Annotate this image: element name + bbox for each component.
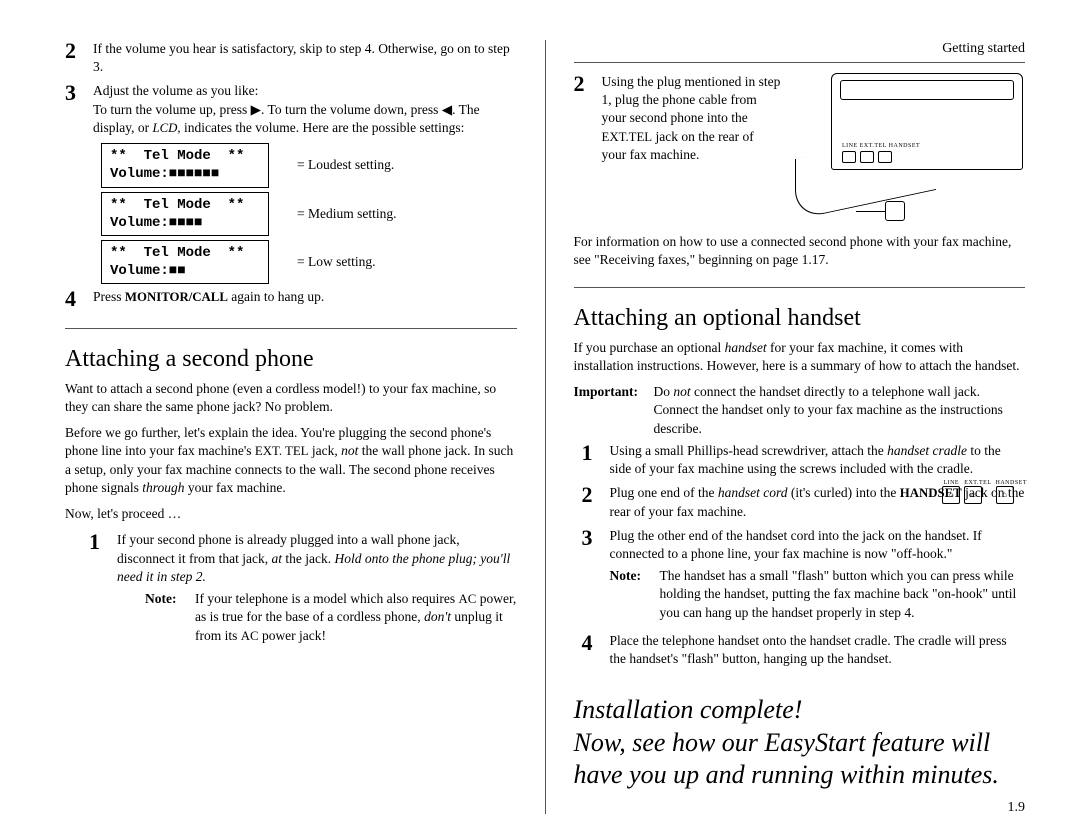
lcd-label: = Medium setting. (297, 205, 396, 223)
important-label: Important: (574, 383, 646, 438)
left-column: 2 If the volume you hear is satisfactory… (65, 40, 546, 814)
step-body: Adjust the volume as you like: To turn t… (93, 82, 517, 137)
step-number: 2 (574, 73, 592, 164)
step-number: 3 (65, 82, 83, 137)
paragraph: Want to attach a second phone (even a co… (65, 380, 517, 416)
lcd-abbrev: LCD, (153, 121, 181, 135)
fax-rear-diagram: LINE EXT.TEL HANDSET (795, 73, 1025, 223)
step-4: 4 Press MONITOR/CALL again to hang up. (65, 288, 517, 310)
note-body: The handset has a small "flash" button w… (660, 567, 1026, 622)
handset-steps: 1 Using a small Phillips-head screwdrive… (574, 442, 1026, 669)
step-number: 1 (582, 442, 600, 478)
step-body: Using the plug mentioned in step 1, plug… (602, 73, 782, 164)
step-body: Place the telephone handset onto the han… (610, 632, 1026, 668)
step-body: Press MONITOR/CALL again to hang up. (93, 288, 517, 310)
closing-line-2: Now, see how our EasyStart feature will … (574, 727, 1026, 792)
step-2: 2 If the volume you hear is satisfactory… (65, 40, 517, 76)
lcd-label: = Low setting. (297, 253, 375, 271)
lcd-display: ** Tel Mode ** Volume:■■ (101, 240, 269, 284)
substeps: 1 If your second phone is already plugge… (65, 531, 517, 649)
page: 2 If the volume you hear is satisfactory… (0, 0, 1080, 834)
hstep-1: 1 Using a small Phillips-head screwdrive… (582, 442, 1026, 478)
step-body: Plug one end of the handset cord (it's c… (610, 484, 1026, 521)
step-number: 2 (65, 40, 83, 76)
note-body: If your telephone is a model which also … (195, 590, 517, 645)
closing-line-1: Installation complete! (574, 694, 1026, 727)
key-name: MONITOR/CALL (125, 290, 228, 304)
plug-icon (885, 201, 905, 221)
important-body: Do not connect the handset directly to a… (654, 383, 1026, 438)
step-3: 3 Adjust the volume as you like: To turn… (65, 82, 517, 137)
running-header: Getting started (574, 40, 1026, 63)
step-body: If the volume you hear is satisfactory, … (93, 40, 517, 76)
text: Adjust the volume as you like: (93, 83, 258, 98)
paragraph: Now, let's proceed … (65, 505, 517, 523)
text: Press (93, 289, 125, 304)
step-number: 2 (582, 484, 600, 521)
lcd-label: = Loudest setting. (297, 156, 394, 174)
paragraph: Before we go further, let's explain the … (65, 424, 517, 497)
text: indicates the volume. Here are the possi… (181, 120, 465, 135)
step-body: If your second phone is already plugged … (117, 531, 517, 649)
closing-callout: Installation complete! Now, see how our … (574, 694, 1026, 792)
step-number: 3 (582, 527, 600, 626)
step-number: 4 (65, 288, 83, 310)
caption: For information on how to use a connecte… (574, 233, 1026, 269)
heading-second-phone: Attaching a second phone (65, 328, 517, 375)
note-label: Note: (145, 590, 187, 645)
step-body: Using a small Phillips-head screwdriver,… (610, 442, 1026, 478)
hstep-2: 2 Plug one end of the handset cord (it's… (582, 484, 1026, 521)
step-body: Plug the other end of the handset cord i… (610, 527, 1026, 626)
lcd-row: ** Tel Mode ** Volume:■■■■ = Medium sett… (101, 192, 517, 236)
note: Note: The handset has a small "flash" bu… (610, 567, 1026, 622)
page-number: 1.9 (1008, 800, 1026, 816)
lcd-row: ** Tel Mode ** Volume:■■ = Low setting. (101, 240, 517, 284)
hstep-4: 4 Place the telephone handset onto the h… (582, 632, 1026, 668)
hstep-3: 3 Plug the other end of the handset cord… (582, 527, 1026, 626)
right-column: Getting started 2 Using the plug mention… (546, 40, 1026, 814)
step-number: 4 (582, 632, 600, 668)
note: Note: If your telephone is a model which… (117, 590, 517, 645)
important-note: Important: Do not connect the handset di… (574, 383, 1026, 438)
text: again to hang up. (228, 289, 324, 304)
lcd-row: ** Tel Mode ** Volume:■■■■■■ = Loudest s… (101, 143, 517, 187)
step-number: 1 (89, 531, 107, 649)
port-exttel-icon: ⌂ (964, 486, 982, 504)
port-panel-inline: LINE⌂ EXT.TEL⌂ HANDSET⌂ (942, 480, 1027, 504)
port-line-icon: ⌂ (942, 486, 960, 504)
heading-handset: Attaching an optional handset (574, 287, 1026, 334)
note-label: Note: (610, 567, 652, 622)
lcd-display: ** Tel Mode ** Volume:■■■■ (101, 192, 269, 236)
paragraph: If you purchase an optional handset for … (574, 339, 1026, 375)
port-handset-icon: ⌂ (996, 486, 1014, 504)
substep-1: 1 If your second phone is already plugge… (89, 531, 517, 649)
substep-2: 2 Using the plug mentioned in step 1, pl… (574, 73, 782, 164)
lcd-display: ** Tel Mode ** Volume:■■■■■■ (101, 143, 269, 187)
step-with-diagram: 2 Using the plug mentioned in step 1, pl… (574, 73, 1026, 223)
